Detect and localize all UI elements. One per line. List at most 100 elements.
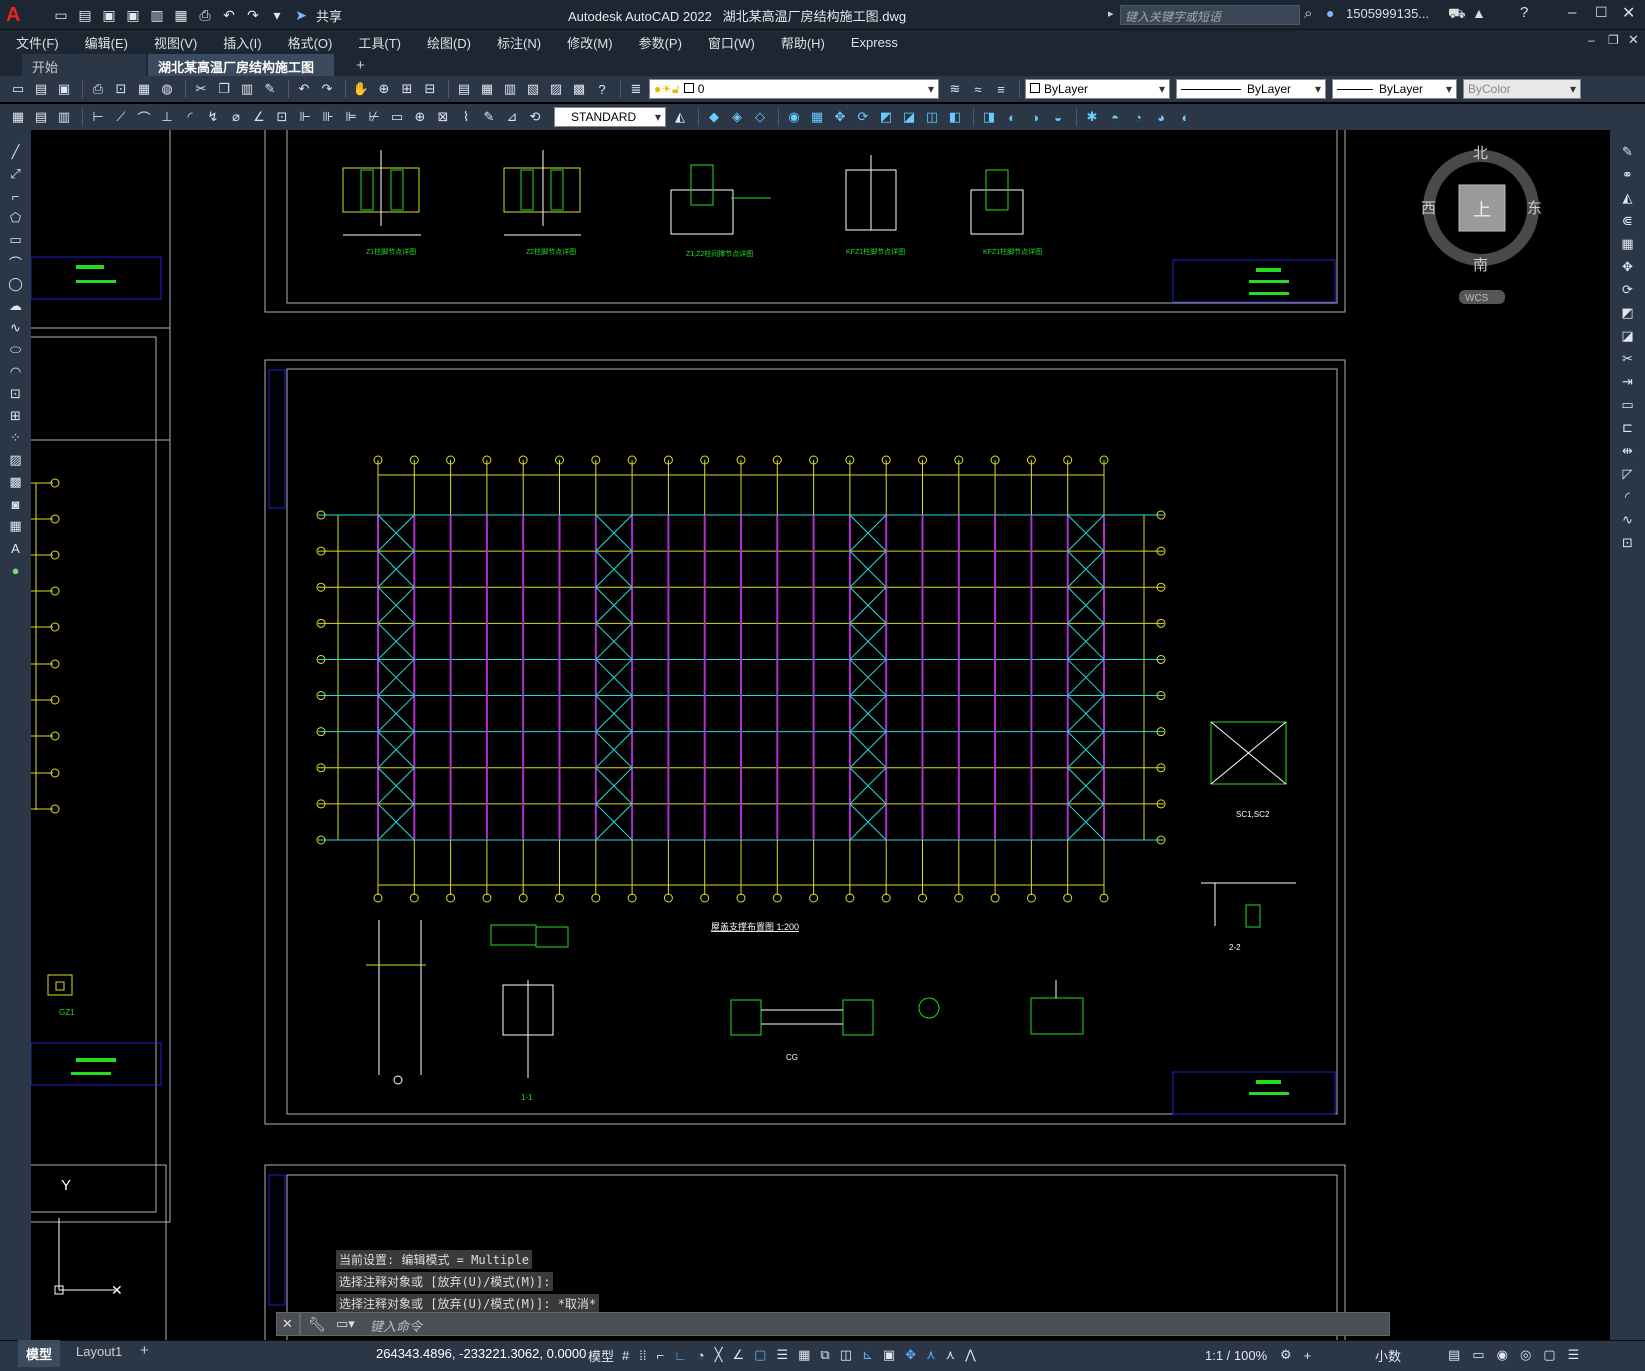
saveas-icon[interactable]: ▣ [124, 6, 142, 24]
lineweight-dropdown[interactable]: ByLayer [1332, 79, 1457, 99]
search-expand-icon[interactable]: ▸ [1108, 7, 1114, 20]
drawing-canvas[interactable]: GZ1 Y ✕ Z1柱脚节点详图 Z2柱脚节点详图 Z1,Z2柱间撑节点详图 K… [31, 130, 1610, 1340]
layout1-tab[interactable]: Layout1 [70, 1340, 128, 1363]
cut-icon[interactable]: ✂ [191, 79, 211, 99]
autocad-logo-icon[interactable]: A [6, 4, 30, 26]
tolerance-icon[interactable]: ▭ [387, 107, 407, 127]
workspace-gear-icon[interactable]: ⚙ [1280, 1347, 1292, 1363]
ordinate-dim-icon[interactable]: ⊥ [157, 107, 177, 127]
menu-view[interactable]: 视图(V) [154, 33, 197, 52]
annotation-visibility-icon[interactable]: ⋏ [926, 1347, 936, 1363]
copy-icon[interactable]: ❐ [214, 79, 234, 99]
object-snap-tracking-icon[interactable]: ∠ [732, 1347, 744, 1363]
jogged-linear-icon[interactable]: ⌇ [456, 107, 476, 127]
move-icon[interactable]: ✥ [830, 107, 850, 127]
dim-style-manager-icon[interactable]: ◭ [670, 107, 690, 127]
graphics-performance-icon[interactable]: ◎ [1520, 1347, 1531, 1363]
dim-style-icon[interactable]: ▤ [31, 107, 51, 127]
transparency-icon[interactable]: ▦ [798, 1347, 810, 1363]
object-snap-icon[interactable]: ▢ [754, 1347, 766, 1363]
continue-dim-icon[interactable]: ⊪ [318, 107, 338, 127]
pan-icon[interactable]: ✋ [351, 79, 371, 99]
calculator-icon[interactable]: ▩ [569, 79, 589, 99]
command-close-icon[interactable]: ✕ [282, 1316, 293, 1332]
move-icon[interactable]: ✥ [1618, 257, 1638, 277]
model-space-button[interactable]: 模型 [588, 1344, 614, 1366]
markup-icon[interactable]: ▨ [546, 79, 566, 99]
arc-icon[interactable]: ⌒ [6, 252, 26, 272]
grid-icon[interactable]: # [622, 1348, 629, 1363]
quick-dim-icon[interactable]: ⊡ [272, 107, 292, 127]
undo-icon[interactable]: ↶ [220, 6, 238, 24]
radius-dim-icon[interactable]: ◜ [180, 107, 200, 127]
save-icon[interactable]: ▣ [100, 6, 118, 24]
infer-constraints-icon[interactable]: ⌐ [656, 1348, 664, 1363]
stretch-icon[interactable]: ◪ [899, 107, 919, 127]
undo-icon[interactable]: ↶ [294, 79, 314, 99]
make-block-icon[interactable]: ⊞ [6, 406, 26, 426]
export-icon[interactable]: ▦ [172, 6, 190, 24]
copy-object-icon[interactable]: ◈ [727, 107, 747, 127]
menu-dimension[interactable]: 标注(N) [497, 33, 541, 52]
rectangle-icon[interactable]: ▭ [6, 230, 26, 250]
trim-icon[interactable]: ✂ [1618, 349, 1638, 369]
customization-icon[interactable]: ☰ [1568, 1347, 1580, 1363]
dim-update-2-icon[interactable]: ⟲ [525, 107, 545, 127]
line-icon[interactable]: ╱ [6, 142, 26, 162]
tab-start[interactable]: 开始 [22, 54, 146, 76]
coordinates-readout[interactable]: 264343.4896, -233221.3062, 0.0000 [376, 1346, 586, 1361]
spline-icon[interactable]: ∿ [6, 318, 26, 338]
doc-minimize-icon[interactable]: – [1588, 33, 1595, 47]
dim-break-icon[interactable]: ⊬ [364, 107, 384, 127]
redo-icon[interactable]: ↷ [317, 79, 337, 99]
make-current-layer-icon[interactable]: ≋ [945, 79, 965, 99]
publish-icon[interactable]: ▦ [134, 79, 154, 99]
selection-cycling-icon[interactable]: ⧉ [820, 1347, 829, 1363]
diameter-dim-icon[interactable]: ⌀ [226, 107, 246, 127]
selection-filter-icon[interactable]: ▣ [883, 1347, 895, 1363]
dynamic-ucs-icon[interactable]: ⊾ [862, 1347, 873, 1363]
open-icon[interactable]: ▤ [31, 79, 51, 99]
ellipse-icon[interactable]: ⬭ [6, 340, 26, 360]
rotate-icon[interactable]: ⟳ [1618, 280, 1638, 300]
chamfer-icon[interactable]: ◸ [1618, 464, 1638, 484]
zoom-realtime-icon[interactable]: ⊕ [374, 79, 394, 99]
dim-style-dropdown[interactable]: STANDARD [554, 107, 666, 127]
polar-tracking-icon[interactable]: ◔ [697, 1348, 705, 1363]
insert-block-icon[interactable]: ⊡ [6, 384, 26, 404]
mirror-icon[interactable]: ◭ [1618, 188, 1638, 208]
menu-express[interactable]: Express [851, 35, 898, 50]
stretch-icon[interactable]: ◪ [1618, 326, 1638, 346]
erase-icon[interactable]: ✎ [1618, 142, 1638, 162]
explode-icon[interactable]: ⊡ [1618, 533, 1638, 553]
fillet-icon[interactable]: ◒ [1048, 107, 1068, 127]
customize-icon[interactable]: ▾ [268, 6, 286, 24]
extend-icon[interactable]: ⇥ [1618, 372, 1638, 392]
table-icon[interactable]: ▦ [6, 516, 26, 536]
redo-icon[interactable]: ↷ [244, 6, 262, 24]
3d-dwf-icon[interactable]: ◍ [157, 79, 177, 99]
share-label[interactable]: 共享 [316, 6, 342, 25]
array-icon[interactable]: ▦ [1618, 234, 1638, 254]
tab-document[interactable]: 湖北某高温厂房结构施工图*✕ [148, 54, 334, 91]
dim-update-icon[interactable]: ▥ [54, 107, 74, 127]
region-icon[interactable]: ◙ [6, 494, 26, 514]
center-mark-icon[interactable]: ⊕ [410, 107, 430, 127]
trim-icon[interactable]: ◫ [922, 107, 942, 127]
mirror-icon[interactable]: ◇ [750, 107, 770, 127]
aligned-dim-icon[interactable]: ⟋ [111, 107, 131, 127]
auto-scale-icon[interactable]: ⋏ [946, 1347, 956, 1363]
blend-icon[interactable]: ◓ [1105, 107, 1125, 127]
mtext-icon[interactable]: A [6, 538, 26, 558]
color-dropdown[interactable]: ByLayer [1025, 79, 1170, 99]
search-icon[interactable]: ⌕ [1304, 5, 1312, 22]
menu-help[interactable]: 帮助(H) [781, 33, 825, 52]
command-prompt-icon[interactable]: ▭▾ [336, 1316, 355, 1332]
menu-tools[interactable]: 工具(T) [358, 33, 401, 52]
gradient-icon[interactable]: ▩ [6, 472, 26, 492]
search-input[interactable]: 键入关键字或短语 [1120, 5, 1300, 25]
join-icon[interactable]: ◐ [1002, 107, 1022, 127]
hatchedit-icon[interactable]: ◖ [1174, 107, 1194, 127]
rotate-icon[interactable]: ⟳ [853, 107, 873, 127]
quick-properties-icon[interactable]: ▤ [1448, 1347, 1460, 1363]
